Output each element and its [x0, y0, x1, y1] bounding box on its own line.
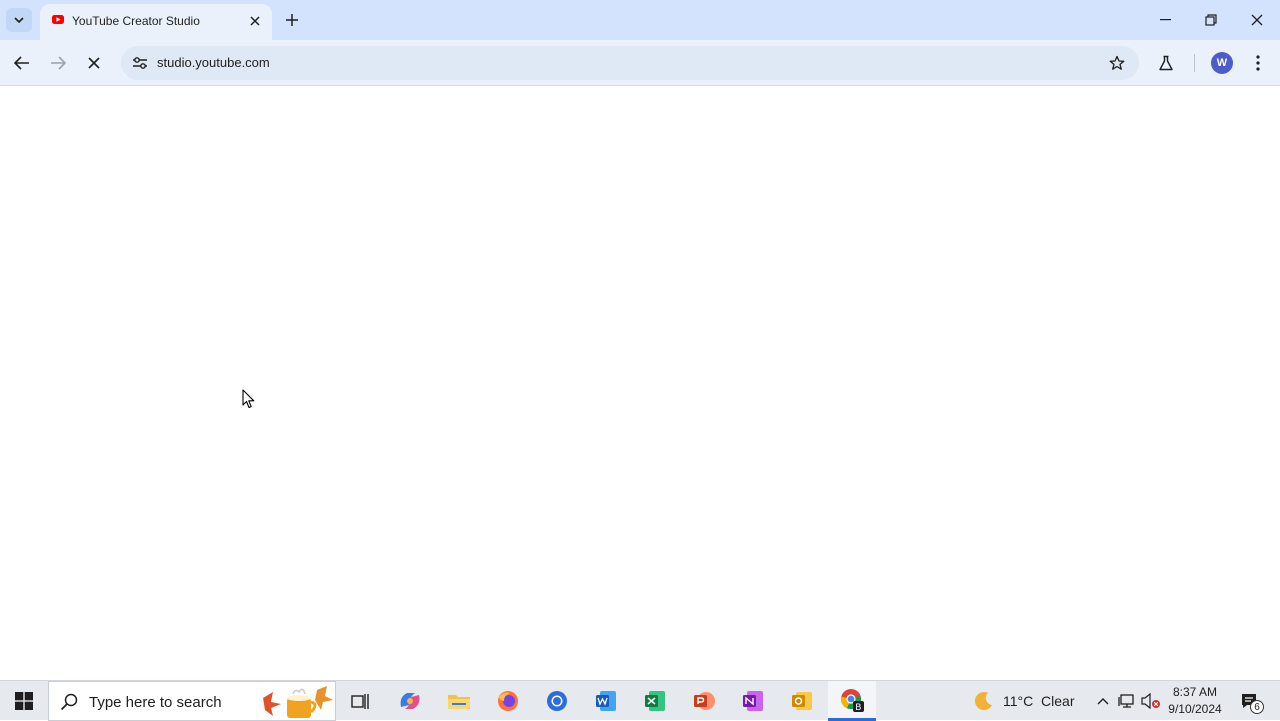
chevron-up-icon	[1097, 698, 1109, 705]
address-bar[interactable]: studio.youtube.com	[121, 46, 1139, 80]
file-explorer-button[interactable]	[435, 681, 483, 721]
browser-toolbar: studio.youtube.com W	[0, 40, 1280, 86]
taskbar-search[interactable]: Type here to search	[48, 681, 336, 721]
back-button[interactable]	[8, 49, 36, 77]
close-icon	[88, 57, 100, 69]
close-icon	[1251, 14, 1263, 26]
tab-close-button[interactable]	[246, 12, 264, 30]
outlook-icon	[792, 692, 812, 710]
youtube-icon	[52, 15, 64, 24]
task-view-icon	[351, 694, 369, 709]
weather-widget[interactable]	[968, 681, 998, 721]
plus-icon	[286, 14, 298, 26]
firefox-icon	[498, 691, 518, 711]
tab-title: YouTube Creator Studio	[72, 14, 200, 28]
close-window-button[interactable]	[1239, 6, 1275, 34]
tab-search-button[interactable]	[6, 8, 32, 32]
site-info-button[interactable]	[127, 50, 153, 76]
network-icon	[1118, 694, 1134, 708]
more-vert-icon	[1256, 55, 1260, 71]
browser-menu-button[interactable]	[1244, 49, 1272, 77]
minimize-button[interactable]	[1147, 6, 1183, 34]
flask-icon	[1159, 55, 1173, 71]
active-tab[interactable]: YouTube Creator Studio	[40, 4, 272, 40]
stop-loading-button[interactable]	[80, 49, 108, 77]
labs-button[interactable]	[1152, 49, 1180, 77]
tune-icon	[133, 57, 147, 69]
mouse-cursor-icon	[242, 389, 255, 409]
network-button[interactable]	[1116, 681, 1138, 721]
start-button[interactable]	[0, 681, 48, 721]
notification-count-badge: 6	[1250, 700, 1264, 714]
forward-button[interactable]	[44, 49, 72, 77]
search-icon	[60, 693, 78, 711]
task-view-button[interactable]	[336, 681, 384, 721]
word-icon	[596, 691, 616, 711]
powerpoint-icon	[694, 692, 715, 710]
weather-text[interactable]: 11°C Clear	[1003, 693, 1075, 709]
firefox-button[interactable]	[484, 681, 532, 721]
powerpoint-button[interactable]	[680, 681, 728, 721]
tab-strip: YouTube Creator Studio	[0, 0, 1280, 40]
bookmark-button[interactable]	[1107, 53, 1127, 73]
excel-icon	[645, 691, 665, 711]
arrow-left-icon	[14, 56, 29, 70]
outlook-button[interactable]	[778, 681, 826, 721]
autumn-mug-icon	[263, 686, 333, 718]
close-icon	[250, 16, 260, 26]
show-hidden-icons-button[interactable]	[1092, 681, 1114, 721]
volume-muted-icon	[1141, 693, 1160, 709]
profile-avatar[interactable]: W	[1211, 52, 1233, 74]
onenote-button[interactable]	[729, 681, 777, 721]
weather-temp: 11°C	[1003, 693, 1034, 709]
copilot-icon	[400, 693, 420, 709]
chrome-canary-button[interactable]	[533, 681, 581, 721]
folder-icon	[448, 695, 470, 709]
clock-time: 8:37 AM	[1172, 685, 1218, 699]
restore-button[interactable]	[1193, 6, 1229, 34]
page-content	[0, 87, 1280, 680]
weather-condition: Clear	[1041, 693, 1075, 709]
search-placeholder: Type here to search	[89, 694, 222, 711]
browser-icon	[547, 691, 567, 711]
star-icon	[1109, 55, 1125, 70]
chrome-button[interactable]: B	[828, 681, 876, 721]
onenote-icon	[743, 691, 763, 711]
chrome-icon: B	[840, 688, 864, 713]
svg-text:B: B	[855, 703, 861, 713]
excel-button[interactable]	[631, 681, 679, 721]
restore-icon	[1205, 14, 1217, 26]
clock-date: 9/10/2024	[1168, 702, 1222, 716]
new-tab-button[interactable]	[281, 9, 303, 31]
windows-taskbar: Type here to search B 11°C Clear 8:37 AM…	[0, 680, 1280, 721]
word-button[interactable]	[582, 681, 630, 721]
arrow-right-icon	[51, 56, 66, 70]
system-clock[interactable]: 8:37 AM 9/10/2024	[1160, 684, 1230, 718]
url-text: studio.youtube.com	[157, 55, 270, 70]
minimize-icon	[1159, 19, 1171, 21]
volume-button[interactable]	[1140, 681, 1162, 721]
toolbar-divider	[1194, 54, 1195, 72]
copilot-button[interactable]	[386, 681, 434, 721]
moon-icon	[974, 692, 992, 711]
windows-logo-icon	[15, 692, 33, 710]
chevron-down-icon	[14, 17, 24, 23]
